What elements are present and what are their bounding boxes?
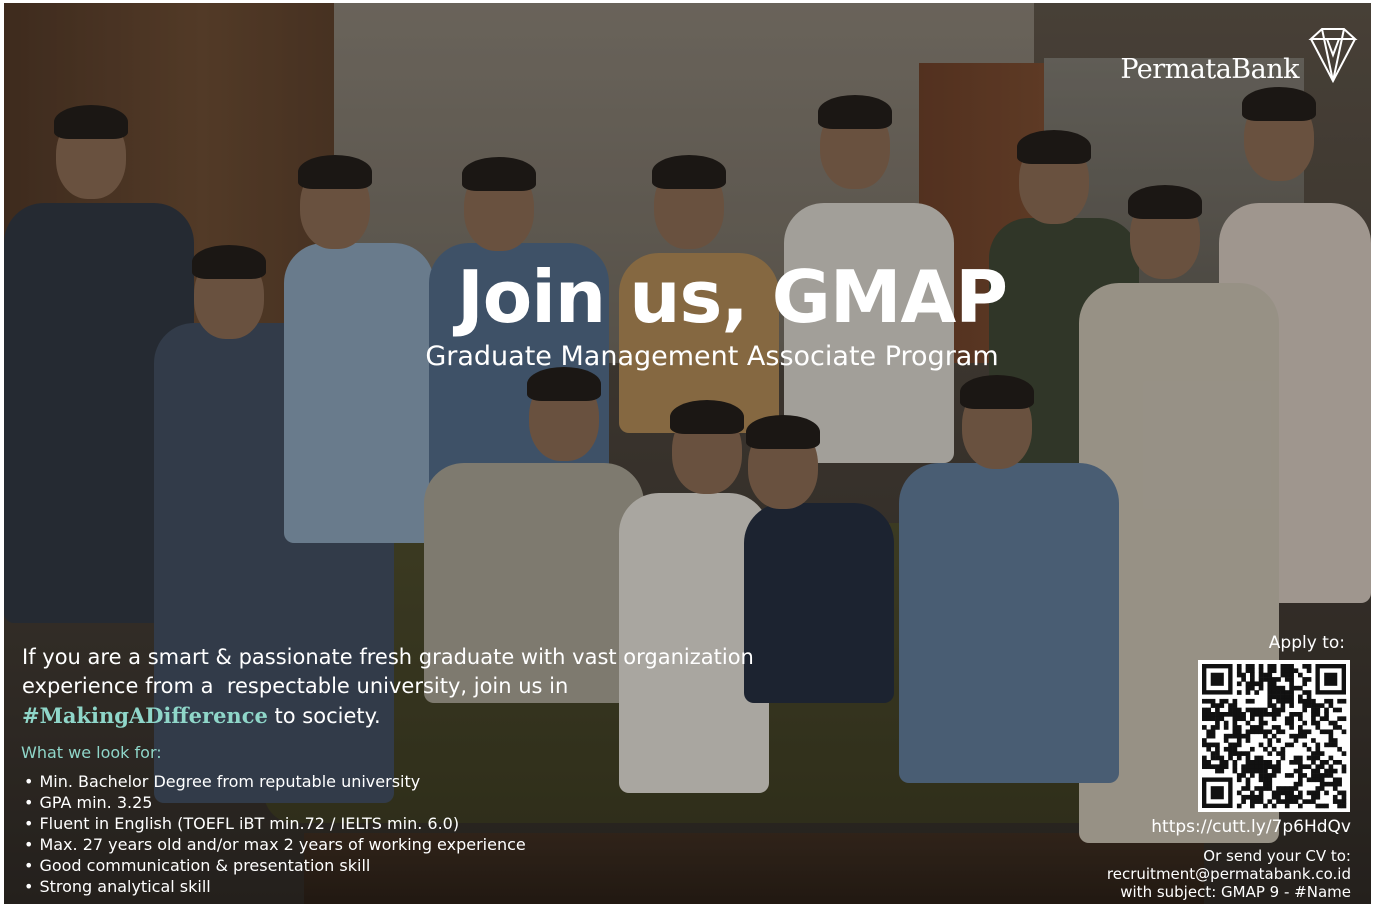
intro-paragraph: If you are a smart & passionate fresh gr… xyxy=(22,643,852,731)
page-title: Join us, GMAP xyxy=(456,255,1008,339)
qr-code-icon[interactable] xyxy=(1198,660,1350,812)
list-item: GPA min. 3.25 xyxy=(24,792,526,813)
cv-line: Or send your CV to: xyxy=(1203,847,1351,865)
list-item: Strong analytical skill xyxy=(24,876,526,897)
intro-line-1: If you are a smart & passionate fresh gr… xyxy=(22,645,754,669)
hashtag: #MakingADifference xyxy=(22,703,268,728)
intro-tail: to society. xyxy=(267,704,381,728)
list-item: Fluent in English (TOEFL iBT min.72 / IE… xyxy=(24,813,526,834)
apply-label: Apply to: xyxy=(1268,633,1345,653)
cv-subject: with subject: GMAP 9 - #Name xyxy=(1120,883,1351,901)
brand-name: PermataBank xyxy=(1120,54,1299,85)
intro-line-3: #MakingADifference to society. xyxy=(22,701,852,731)
list-item: Min. Bachelor Degree from reputable univ… xyxy=(24,771,526,792)
list-item: Max. 27 years old and/or max 2 years of … xyxy=(24,834,525,855)
requirements-title: What we look for: xyxy=(21,743,162,762)
list-item: Good communication & presentation skill xyxy=(24,855,526,876)
cv-email[interactable]: recruitment@permatabank.co.id xyxy=(1031,865,1351,883)
apply-link[interactable]: https://cutt.ly/7p6HdQv xyxy=(1151,817,1351,837)
permatabank-logo: PermataBank xyxy=(1120,25,1361,85)
requirements-list: Min. Bachelor Degree from reputable univ… xyxy=(24,771,526,897)
permata-diamond-icon xyxy=(1308,28,1358,84)
recruitment-poster: PermataBank Join us, GMAP Graduate Manag… xyxy=(4,3,1371,904)
page-subtitle: Graduate Management Associate Program xyxy=(425,341,999,372)
cv-instructions: Or send your CV to: recruitment@permatab… xyxy=(1031,847,1351,901)
intro-line-2: experience from a respectable university… xyxy=(22,674,569,698)
